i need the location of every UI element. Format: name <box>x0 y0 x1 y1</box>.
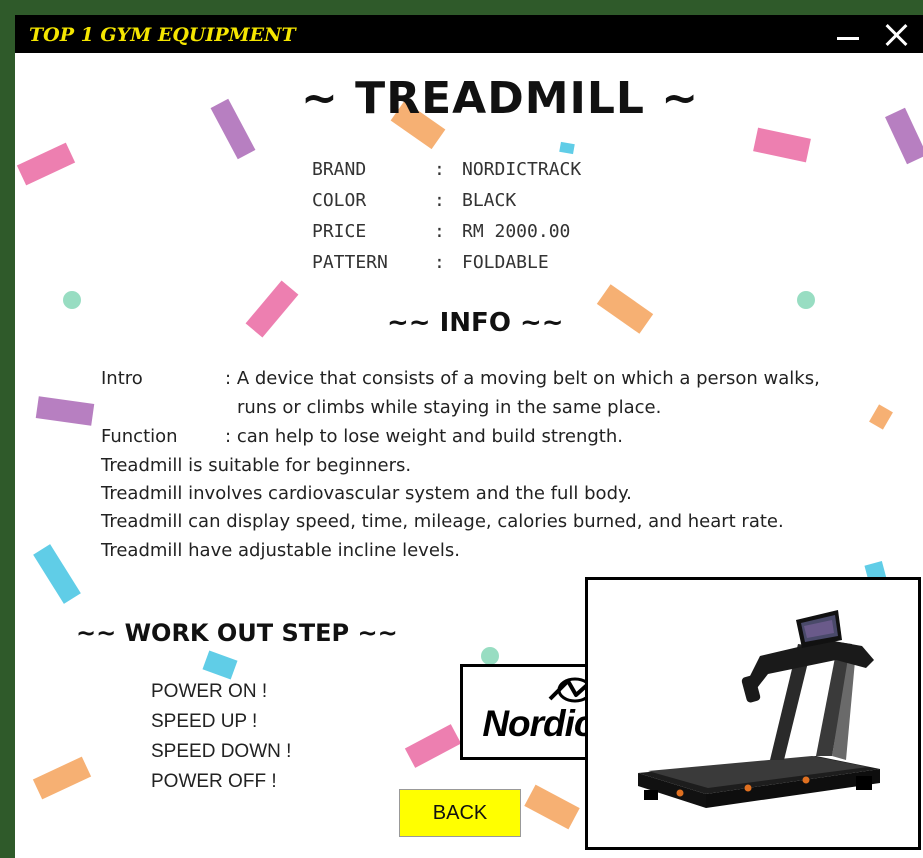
spec-row-color: COLOR: BLACK <box>312 190 516 211</box>
info-intro-continued: runs or climbs while staying in the same… <box>237 397 662 418</box>
info-intro-text: A device that consists of a moving belt … <box>236 368 820 389</box>
product-image-frame <box>585 577 921 850</box>
spec-key: PATTERN <box>312 252 388 273</box>
spec-row-pattern: PATTERN: FOLDABLE <box>312 252 549 273</box>
workout-heading: ~~ WORK OUT STEP ~~ <box>76 619 398 647</box>
confetti-piece <box>16 142 76 186</box>
confetti-dot <box>481 647 499 665</box>
workout-step: SPEED DOWN ! <box>151 741 292 762</box>
title-bar: TOP 1 GYM EQUIPMENT <box>15 15 923 53</box>
window-title: TOP 1 GYM EQUIPMENT <box>29 24 296 46</box>
info-heading: ~~ INFO ~~ <box>387 308 564 338</box>
confetti-piece <box>33 544 81 604</box>
treadmill-image <box>638 610 880 808</box>
spec-key: PRICE <box>312 221 367 242</box>
workout-step: POWER ON ! <box>151 681 268 702</box>
spec-row-price: PRICE: RM 2000.00 <box>312 221 570 242</box>
spec-value: NORDICTRACK <box>462 159 582 180</box>
spec-value: BLACK <box>462 190 517 211</box>
info-function: Function: can help to lose weight and bu… <box>101 426 623 447</box>
confetti-piece <box>753 127 811 163</box>
confetti-piece <box>32 756 92 800</box>
info-note: Treadmill can display speed, time, milea… <box>101 511 784 532</box>
spec-value: FOLDABLE <box>462 252 549 273</box>
confetti-piece <box>202 650 238 680</box>
confetti-dot <box>797 291 815 309</box>
page-title: ~ TREADMILL ~ <box>301 73 700 124</box>
spec-row-brand: BRAND: NORDICTRACK <box>312 159 581 180</box>
confetti-piece <box>524 784 580 830</box>
spec-sep: : <box>434 221 445 242</box>
confetti-piece <box>869 404 893 430</box>
info-note: Treadmill involves cardiovascular system… <box>101 483 632 504</box>
confetti-piece <box>210 98 256 160</box>
app-window: TOP 1 GYM EQUIPMENT ~ TREADMILL ~ BRAND:… <box>15 15 923 858</box>
confetti-piece <box>35 396 95 426</box>
confetti-piece <box>885 107 923 165</box>
close-icon[interactable] <box>875 15 919 53</box>
back-button[interactable]: BACK <box>399 789 521 837</box>
confetti-dot <box>63 291 81 309</box>
confetti-piece <box>404 724 462 768</box>
spec-sep: : <box>434 252 445 273</box>
info-function-text: can help to lose weight and build streng… <box>236 426 623 447</box>
confetti-piece <box>559 141 575 155</box>
info-function-sep: : <box>225 426 232 447</box>
spec-key: BRAND <box>312 159 367 180</box>
info-intro-label: Intro <box>101 368 143 389</box>
info-function-label: Function <box>101 426 178 447</box>
spec-sep: : <box>434 190 445 211</box>
confetti-piece <box>245 280 299 338</box>
info-note: Treadmill have adjustable incline levels… <box>101 540 460 561</box>
info-intro-sep: : <box>225 368 232 389</box>
spec-value: RM 2000.00 <box>462 221 571 242</box>
info-intro: Intro: A device that consists of a movin… <box>101 368 820 389</box>
spec-sep: : <box>434 159 445 180</box>
info-note: Treadmill is suitable for beginners. <box>101 455 412 476</box>
workout-step: SPEED UP ! <box>151 711 258 732</box>
spec-key: COLOR <box>312 190 367 211</box>
minimize-icon[interactable] <box>827 15 871 53</box>
confetti-piece <box>596 284 654 334</box>
workout-step: POWER OFF ! <box>151 771 277 792</box>
